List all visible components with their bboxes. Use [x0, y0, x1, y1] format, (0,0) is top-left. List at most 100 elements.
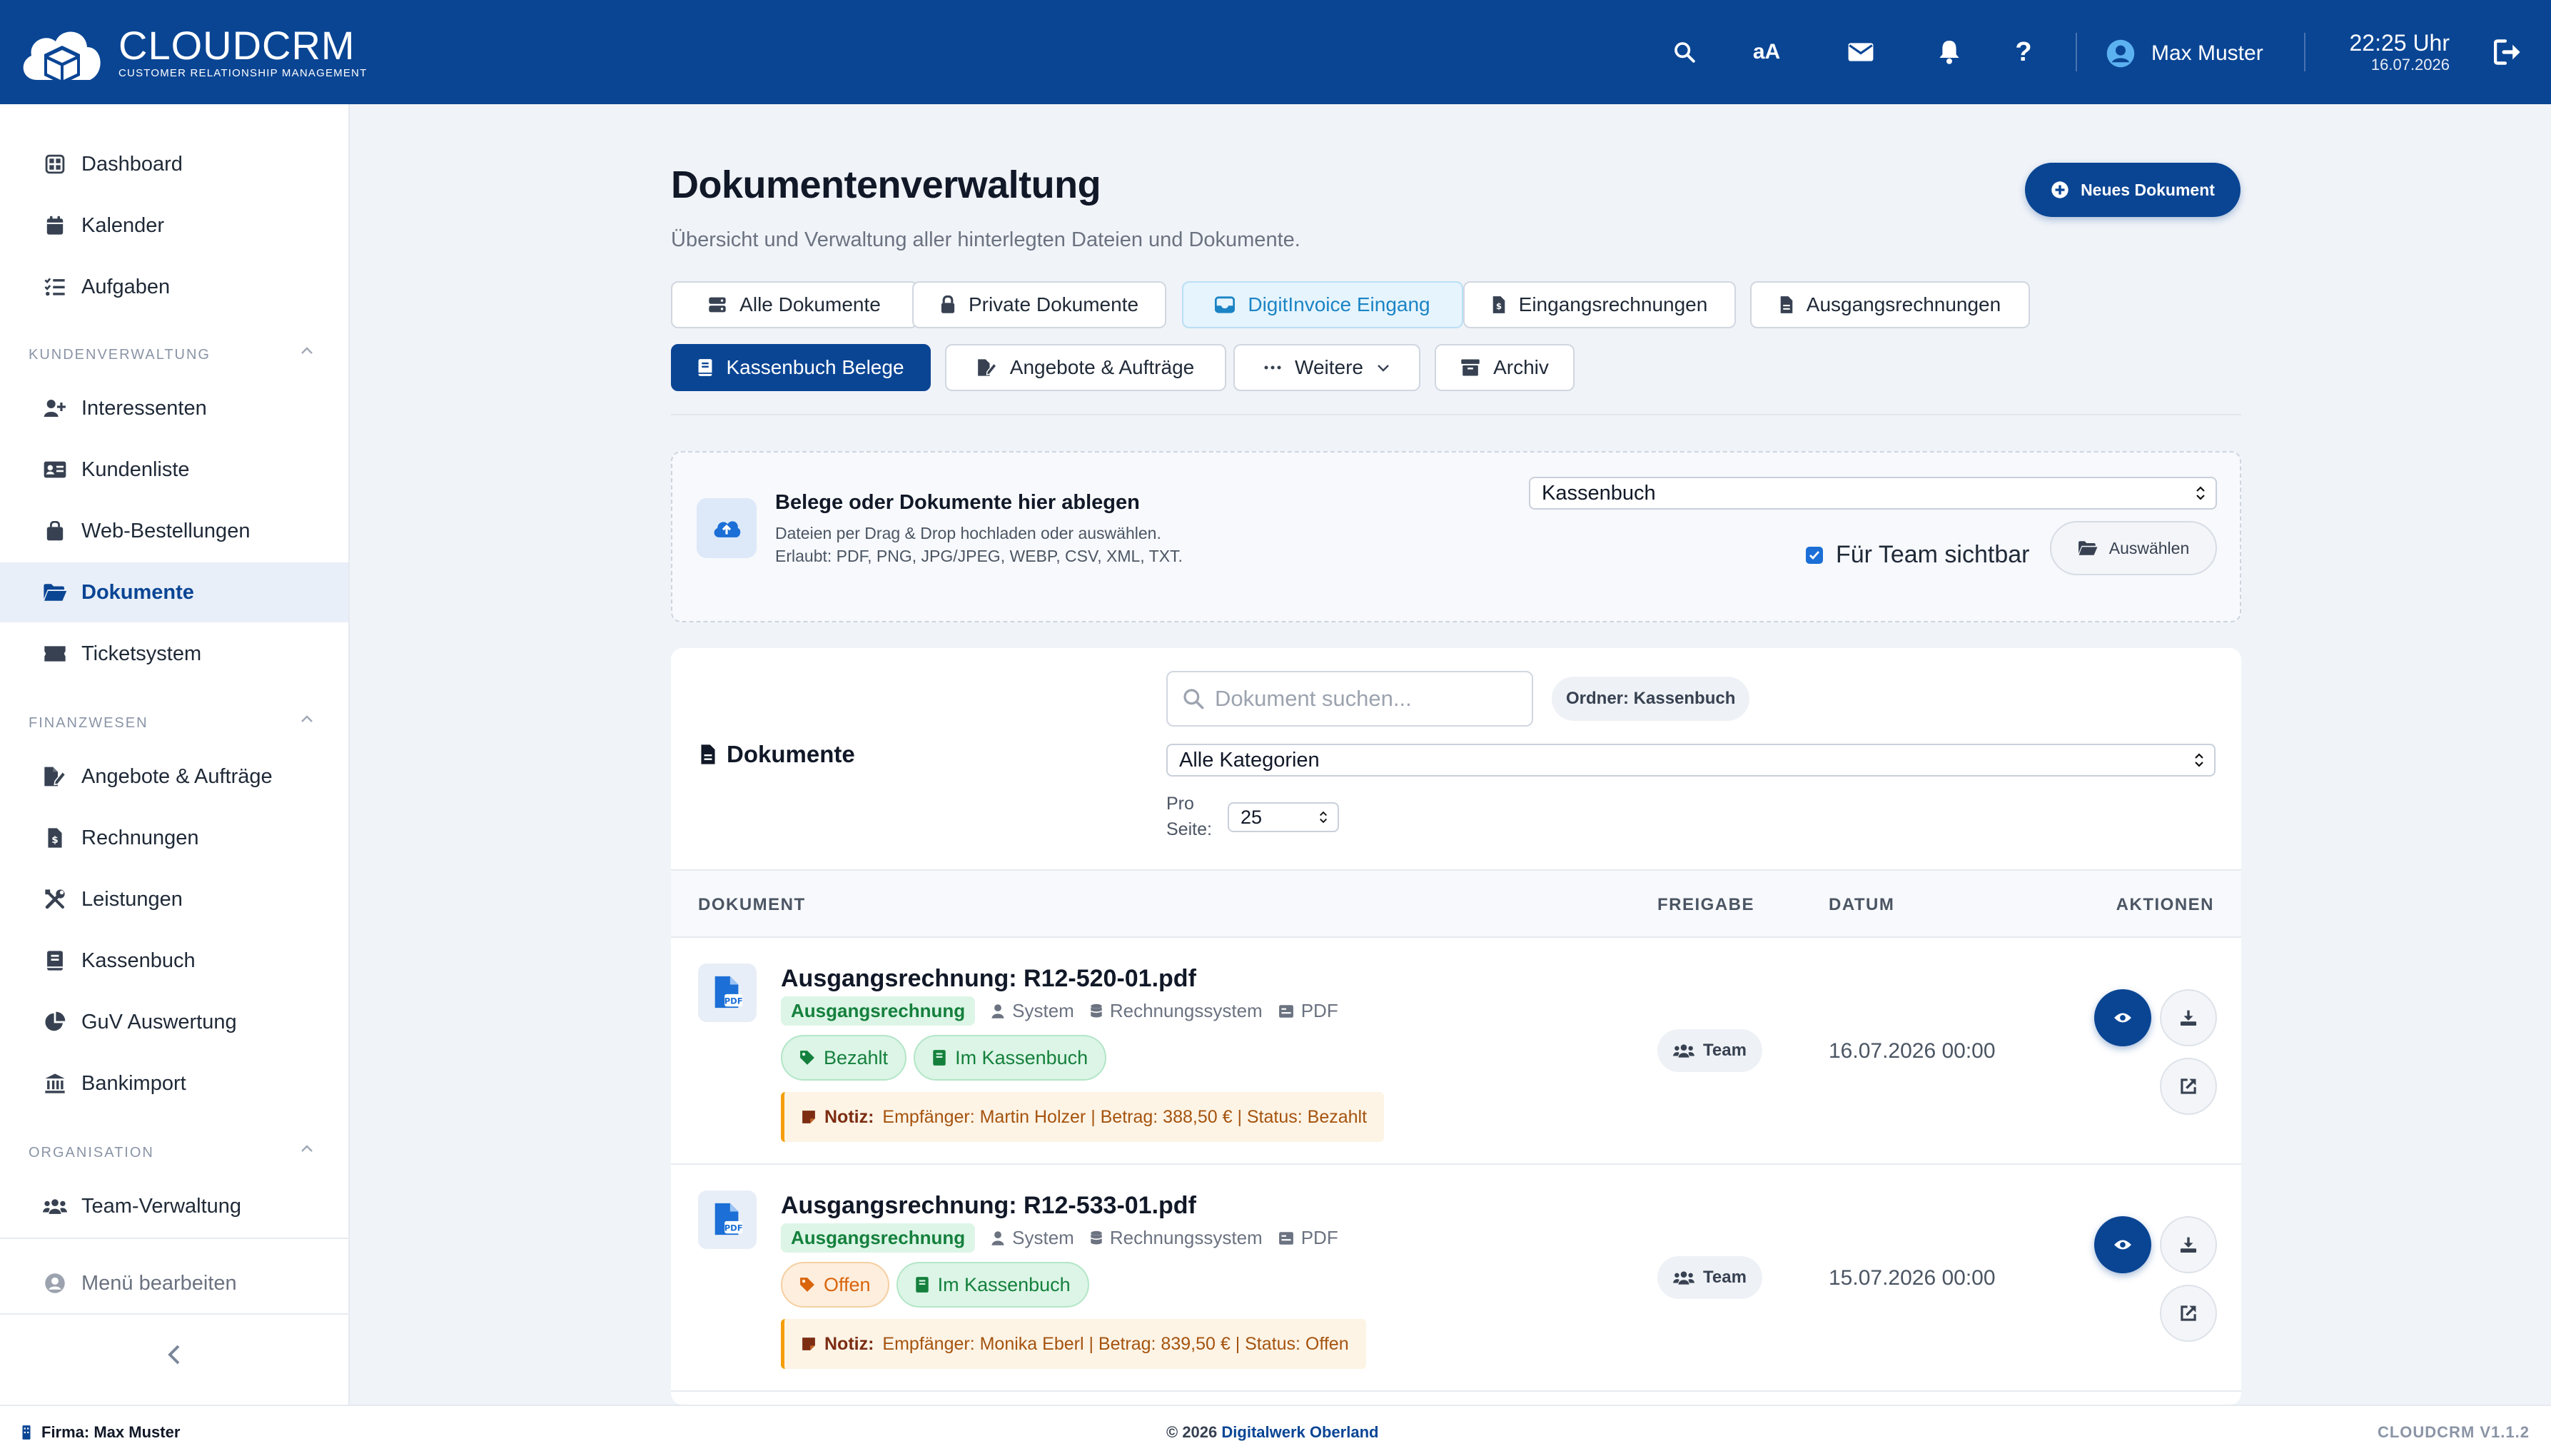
- user-icon: [991, 1230, 1004, 1245]
- sidebar-item-kundenliste[interactable]: Kundenliste: [0, 440, 348, 500]
- open-external-button[interactable]: [2160, 1058, 2217, 1115]
- users-icon: [43, 1194, 67, 1218]
- new-document-label: Neues Dokument: [2081, 180, 2215, 199]
- tab-angebote-auftraege[interactable]: Angebote & Aufträge: [945, 344, 1226, 391]
- view-button[interactable]: [2094, 989, 2151, 1046]
- sidebar-item-label: Rechnungen: [81, 826, 199, 849]
- tab-alle-dokumente[interactable]: Alle Dokumente: [671, 281, 918, 328]
- sidebar-divider: [0, 1313, 348, 1315]
- document-name[interactable]: Ausgangsrechnung: R12-533-01.pdf: [781, 1192, 1196, 1220]
- chevron-up-icon[interactable]: [300, 345, 314, 355]
- folder-select[interactable]: Kassenbuch: [1529, 477, 2217, 510]
- font-size-button[interactable]: aA: [1749, 34, 1784, 70]
- sidebar-item-guv-auswertung[interactable]: GuV Auswertung: [0, 992, 348, 1052]
- sidebar-item-bankimport[interactable]: Bankimport: [0, 1053, 348, 1113]
- sidebar-item-interessenten[interactable]: Interessenten: [0, 378, 348, 438]
- sidebar-item-label: Team-Verwaltung: [81, 1194, 242, 1218]
- sidebar-item-label: GuV Auswertung: [81, 1010, 237, 1033]
- tab-private-dokumente[interactable]: Private Dokumente: [912, 281, 1166, 328]
- clock-date: 16.07.2026: [2370, 56, 2450, 74]
- sidebar-item-ticketsystem[interactable]: Ticketsystem: [0, 624, 348, 684]
- status-badge[interactable]: Bezahlt: [781, 1035, 907, 1081]
- sidebar-item-kassenbuch[interactable]: Kassenbuch: [0, 931, 348, 991]
- svg-text:PDF: PDF: [724, 1223, 743, 1233]
- app-logo[interactable]: CLOUDCRM CUSTOMER RELATIONSHIP MANAGEMEN…: [16, 17, 367, 89]
- table-row[interactable]: PDF Ausgangsrechnung: R12-520-01.pdf Aus…: [671, 938, 2241, 1165]
- status-badge[interactable]: Offen: [781, 1262, 889, 1308]
- user-menu[interactable]: Max Muster: [2106, 36, 2263, 71]
- team-visible-checkbox[interactable]: Für Team sichtbar: [1806, 541, 2029, 569]
- view-button[interactable]: [2094, 1216, 2151, 1273]
- sidebar-item-label: Ticketsystem: [81, 642, 202, 665]
- sidebar-item-label: Dokumente: [81, 580, 194, 604]
- sidebar-item-team-verwaltung[interactable]: Team-Verwaltung: [0, 1176, 348, 1236]
- select-file-button[interactable]: Auswählen: [2050, 521, 2217, 575]
- document-creator: System: [1012, 1000, 1074, 1021]
- sidebar-item-angebote-auftraege[interactable]: Angebote & Aufträge: [0, 747, 348, 807]
- document-name[interactable]: Ausgangsrechnung: R12-520-01.pdf: [781, 965, 1196, 993]
- sidebar-item-rechnungen[interactable]: $ Rechnungen: [0, 808, 348, 868]
- download-button[interactable]: [2160, 989, 2217, 1046]
- chevron-up-icon[interactable]: [300, 1143, 314, 1153]
- sidebar-item-label: Aufgaben: [81, 275, 171, 298]
- new-document-button[interactable]: Neues Dokument: [2025, 163, 2241, 217]
- note-text: Empfänger: Martin Holzer | Betrag: 388,5…: [882, 1106, 1368, 1127]
- download-button[interactable]: [2160, 1216, 2217, 1273]
- document-meta: Ausgangsrechnung System Rechnungssystem …: [781, 1223, 1338, 1253]
- section-header-kundenverwaltung[interactable]: KUNDENVERWALTUNG: [29, 347, 314, 363]
- per-page-value: 25: [1241, 806, 1263, 828]
- tab-label: Weitere: [1295, 356, 1363, 378]
- section-title: FINANZWESEN: [29, 715, 148, 731]
- bell-icon[interactable]: [1931, 34, 1967, 70]
- help-icon[interactable]: ?: [2006, 34, 2041, 70]
- invoice-icon: $: [43, 826, 67, 850]
- tab-archiv[interactable]: Archiv: [1435, 344, 1575, 391]
- tab-ausgangsrechnungen[interactable]: Ausgangsrechnungen: [1750, 281, 2030, 328]
- tab-eingangsrechnungen[interactable]: $ Eingangsrechnungen: [1463, 281, 1736, 328]
- select-file-label: Auswählen: [2108, 538, 2190, 557]
- sidebar-item-kalender[interactable]: Kalender: [0, 196, 348, 256]
- envelope-icon[interactable]: [1843, 34, 1879, 70]
- book-icon: [43, 949, 67, 973]
- collapse-sidebar-icon[interactable]: [160, 1340, 188, 1369]
- sidebar-item-dashboard[interactable]: Dashboard: [0, 134, 348, 194]
- footer-company-label: Firma: Max Muster: [41, 1423, 181, 1441]
- archive-icon: [1461, 359, 1480, 376]
- user-icon: [991, 1003, 1004, 1018]
- user-plus-icon: [43, 396, 67, 420]
- sticky-note-icon: [802, 1111, 815, 1123]
- section-title: ORGANISATION: [29, 1145, 154, 1161]
- company-link[interactable]: Digitalwerk Oberland: [1221, 1423, 1378, 1441]
- tag-icon: [800, 1051, 814, 1065]
- tab-kassenbuch-belege[interactable]: Kassenbuch Belege: [671, 344, 931, 391]
- sidebar-item-web-bestellungen[interactable]: Web-Bestellungen: [0, 501, 348, 561]
- chevron-up-icon[interactable]: [300, 714, 314, 724]
- sidebar-item-aufgaben[interactable]: Aufgaben: [0, 257, 348, 317]
- section-header-organisation[interactable]: ORGANISATION: [29, 1145, 314, 1161]
- checkmark-icon: [1806, 546, 1823, 564]
- sidebar-item-dokumente[interactable]: Dokumente: [0, 562, 348, 622]
- category-select[interactable]: Alle Kategorien: [1166, 744, 2216, 777]
- tab-label: Eingangsrechnungen: [1518, 293, 1708, 315]
- share-badge: Team: [1657, 1029, 1762, 1072]
- users-icon: [1673, 1271, 1694, 1285]
- tab-digitinvoice-eingang[interactable]: DigitInvoice Eingang: [1182, 281, 1463, 328]
- document-search-input[interactable]: Dokument suchen...: [1166, 671, 1533, 727]
- sidebar-item-leistungen[interactable]: Leistungen: [0, 869, 348, 929]
- section-header-finanzwesen[interactable]: FINANZWESEN: [29, 715, 314, 732]
- table-row[interactable]: PDF Ausgangsrechnung: R12-533-01.pdf Aus…: [671, 1165, 2241, 1392]
- search-icon[interactable]: [1667, 34, 1702, 70]
- tab-weitere[interactable]: Weitere: [1233, 344, 1420, 391]
- per-page-select[interactable]: 25: [1228, 802, 1339, 832]
- external-link-icon: [2181, 1305, 2196, 1321]
- upload-dropzone[interactable]: Belege oder Dokumente hier ablegen Datei…: [671, 451, 2241, 622]
- search-icon: [1183, 689, 1204, 709]
- open-external-button[interactable]: [2160, 1285, 2217, 1342]
- document-date: 15.07.2026 00:00: [1829, 1266, 1996, 1290]
- sidebar-item-label: Angebote & Aufträge: [81, 764, 273, 788]
- document-format: PDF: [1300, 1000, 1338, 1021]
- edit-menu-button[interactable]: Menü bearbeiten: [0, 1253, 348, 1313]
- svg-text:$: $: [51, 834, 58, 846]
- logout-icon[interactable]: [2491, 34, 2527, 70]
- book-icon: [915, 1277, 929, 1293]
